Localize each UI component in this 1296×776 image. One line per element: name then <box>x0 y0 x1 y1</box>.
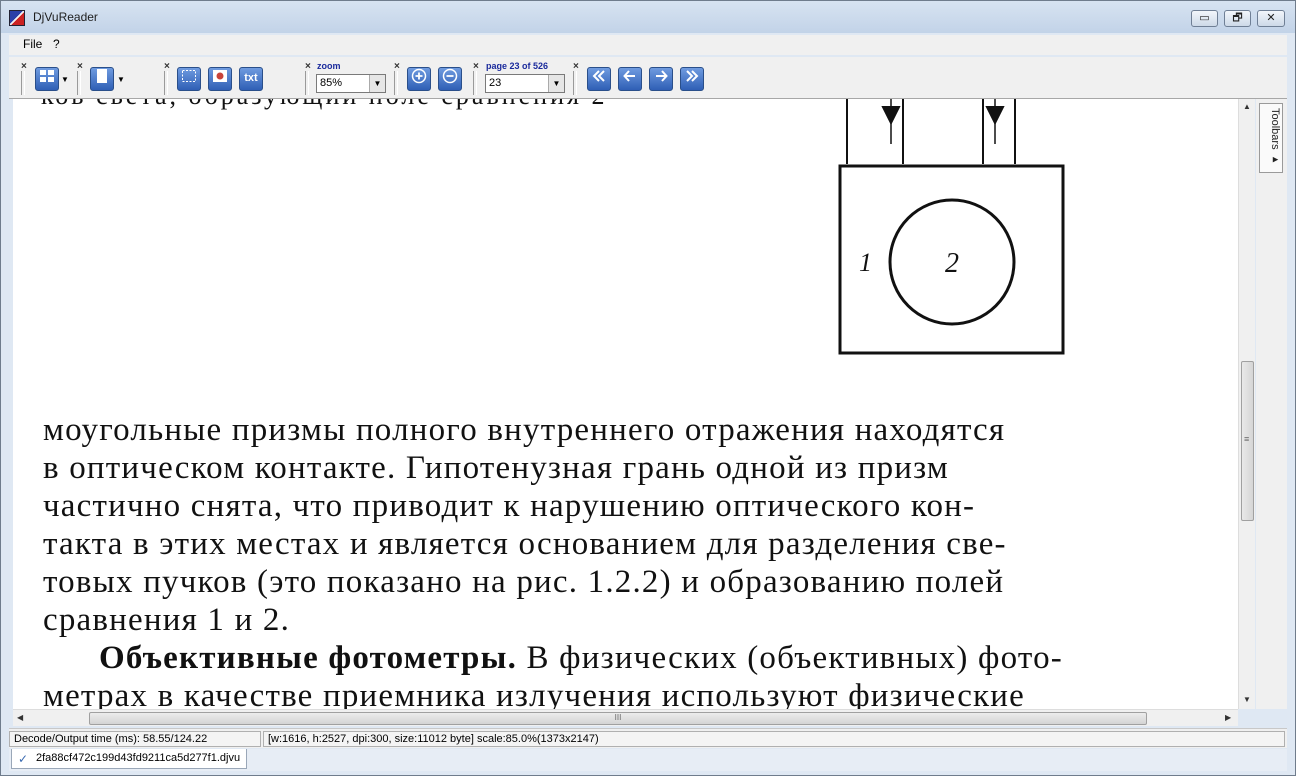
document-line: частично снята, что приводит к нарушению… <box>43 488 976 524</box>
scroll-left-icon[interactable]: ◀ <box>17 713 23 722</box>
chevron-down-icon[interactable]: ▼ <box>61 75 69 84</box>
vertical-scroll-thumb[interactable]: ≡ <box>1241 361 1254 521</box>
figure-label-1: 1 <box>859 248 872 277</box>
scroll-grip: ≡ <box>1244 434 1250 444</box>
zoom-in-button[interactable] <box>407 67 431 91</box>
toolbar-grip[interactable] <box>164 71 168 95</box>
select-region-button[interactable] <box>177 67 201 91</box>
document-line: товых пучков (это показано на рис. 1.2.2… <box>43 564 1005 600</box>
paragraph-heading: Объективные фотометры. <box>99 640 518 676</box>
zoom-label: zoom <box>317 61 341 71</box>
document-tabs: ✓ 2fa88cf472c199d43fd9211ca5d277f1.djvu <box>9 749 1287 771</box>
next-page-button[interactable] <box>649 67 673 91</box>
next-page-icon <box>656 70 668 82</box>
image-icon <box>213 70 227 82</box>
figure-label-2: 2 <box>945 248 959 279</box>
checkmark-icon: ✓ <box>18 752 29 766</box>
menu-file[interactable]: File <box>19 37 46 51</box>
document-line: моугольные призмы полного внутреннего от… <box>43 412 1006 448</box>
chevron-down-icon[interactable]: ▼ <box>369 75 385 92</box>
document-line: сравнения 1 и 2. <box>43 602 291 638</box>
zoom-value: 85% <box>320 77 343 89</box>
vertical-scrollbar[interactable]: ▲ ≡ ▼ <box>1238 99 1255 709</box>
toolbar-grip[interactable] <box>573 71 577 95</box>
page-layout-icon <box>40 70 54 82</box>
paragraph-text: В физических (объективных) фото- <box>517 640 1063 676</box>
toolbars-tab[interactable]: Toolbars ▸ <box>1259 103 1283 173</box>
last-page-icon <box>686 70 699 82</box>
first-page-icon <box>592 70 605 82</box>
toolbar-grip[interactable] <box>473 71 477 95</box>
horizontal-scrollbar[interactable]: ◀ III ▶ <box>13 709 1238 726</box>
horizontal-scroll-thumb[interactable]: III <box>89 712 1147 725</box>
window-title: DjVuReader <box>33 10 98 24</box>
document-view[interactable]: ков света, образующий поле сравнения 2 1… <box>13 99 1238 709</box>
title-bar: DjVuReader ▭ 🗗 ✕ <box>1 1 1295 33</box>
zoom-in-icon <box>411 68 427 84</box>
zoom-out-icon <box>442 68 458 84</box>
menu-help[interactable]: ? <box>49 37 64 51</box>
chevron-down-icon[interactable]: ▼ <box>548 75 564 92</box>
scroll-right-icon[interactable]: ▶ <box>1225 713 1231 722</box>
prev-page-button[interactable] <box>618 67 642 91</box>
status-bar: Decode/Output time (ms): 58.55/124.22 [w… <box>9 728 1287 748</box>
djvureader-app-icon <box>9 10 25 26</box>
image-mode-button[interactable] <box>208 67 232 91</box>
app-window: DjVuReader ▭ 🗗 ✕ File ? × ▼ × ▼ × txt × … <box>0 0 1296 776</box>
zoom-select[interactable]: 85% ▼ <box>316 74 386 93</box>
chevron-down-icon[interactable]: ▼ <box>117 75 125 84</box>
document-line: такта в этих местах и является основание… <box>43 526 1007 562</box>
toolbar-grip[interactable] <box>305 71 309 95</box>
zoom-out-button[interactable] <box>438 67 462 91</box>
menu-bar: File ? <box>9 35 1287 55</box>
toolbar-grip[interactable] <box>394 71 398 95</box>
document-top-line: ков света, образующий поле сравнения 2 <box>41 99 607 111</box>
close-button[interactable]: ✕ <box>1257 10 1285 27</box>
main-toolbar: × ▼ × ▼ × txt × zoom 85% ▼ × × page 23 o… <box>9 57 1287 99</box>
page-layout-button[interactable] <box>35 67 59 91</box>
restore-button[interactable]: 🗗 <box>1224 10 1251 27</box>
document-tab[interactable]: ✓ 2fa88cf472c199d43fd9211ca5d277f1.djvu <box>11 749 248 769</box>
page-icon <box>97 69 107 83</box>
toolbar-grip[interactable] <box>21 71 25 95</box>
selection-icon <box>182 70 196 82</box>
status-decode-time: Decode/Output time (ms): 58.55/124.22 <box>9 731 261 747</box>
prev-page-icon <box>623 70 635 82</box>
page-view-button[interactable] <box>90 67 114 91</box>
scroll-grip: III <box>614 713 622 722</box>
minimize-button[interactable]: ▭ <box>1191 10 1218 27</box>
page-number-value: 23 <box>489 77 502 89</box>
toolbars-tab-label: Toolbars ▸ <box>1269 108 1281 166</box>
document-line: метрах в качестве приемника излучения ис… <box>43 678 1025 709</box>
scroll-up-icon[interactable]: ▲ <box>1243 102 1251 111</box>
scroll-down-icon[interactable]: ▼ <box>1243 695 1251 704</box>
status-page-info: [w:1616, h:2527, dpi:300, size:11012 byt… <box>263 731 1285 747</box>
page-select[interactable]: 23 ▼ <box>485 74 565 93</box>
toolbar-grip[interactable] <box>77 71 81 95</box>
toolbars-side-panel: Toolbars ▸ <box>1256 99 1287 709</box>
text-mode-button[interactable]: txt <box>239 67 263 91</box>
figure-prism-diagram: 1 2 <box>838 99 1065 355</box>
first-page-button[interactable] <box>587 67 611 91</box>
document-tab-label: 2fa88cf472c199d43fd9211ca5d277f1.djvu <box>36 752 241 764</box>
document-paragraph: Объективные фотометры. В физических (объ… <box>99 640 1063 677</box>
page-count-label: page 23 of 526 <box>486 61 549 71</box>
document-line: в оптическом контакте. Гипотенузная гран… <box>43 450 949 486</box>
last-page-button[interactable] <box>680 67 704 91</box>
